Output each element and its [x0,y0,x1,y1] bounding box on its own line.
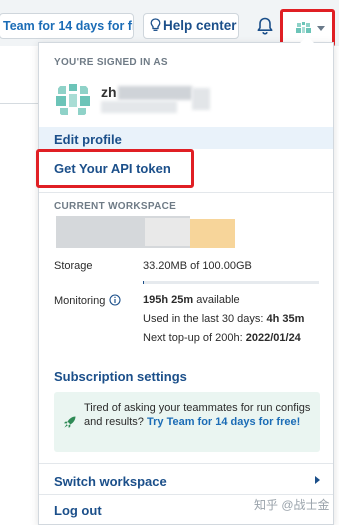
bell-icon[interactable] [255,16,275,36]
redacted-name [192,88,210,110]
current-workspace-label: CURRENT WORKSPACE [54,201,177,212]
monitoring-topup: Next top-up of 200h: 2022/01/24 [143,332,301,344]
log-out-link[interactable]: Log out [54,503,102,518]
top-bar: Team for 14 days for free! Help center [0,0,339,47]
highlight-box [36,149,194,188]
divider [0,103,40,104]
monitoring-label-row: Monitoring [54,294,121,307]
try-team-button[interactable]: Team for 14 days for free! [0,13,134,39]
team-promo: Tired of asking your teammates for run c… [54,392,320,452]
switch-workspace-link[interactable]: Switch workspace [54,474,167,489]
monitoring-topup-label: Next top-up of 200h: [143,332,243,344]
lightbulb-icon [150,18,161,31]
storage-progress-bar [143,281,319,284]
help-center-button[interactable]: Help center [143,13,239,39]
redacted-name [118,86,192,100]
storage-value: 33.20MB of 100.00GB [143,260,252,272]
workspace-badge [190,219,235,248]
redacted-email [101,101,177,113]
monitoring-label: Monitoring [54,295,106,307]
monitoring-topup-value: 2022/01/24 [245,332,301,344]
monitoring-available: 195h 25m available [143,294,240,306]
divider [39,494,333,495]
monitoring-used: Used in the last 30 days: 4h 35m [143,313,304,325]
redacted-workspace-name [145,218,190,246]
user-avatar [54,81,92,119]
monitoring-used-label: Used in the last 30 days: [143,313,264,325]
storage-label: Storage [54,260,93,272]
chevron-down-icon [317,26,325,31]
dropdown-pointer [300,36,314,43]
monitoring-available-value: 195h 25m [143,294,194,306]
divider [39,192,333,193]
storage-progress-fill [143,281,144,284]
chevron-right-icon [315,476,320,484]
signed-in-label: YOU'RE SIGNED IN AS [54,57,168,68]
divider [39,463,333,464]
info-icon[interactable] [109,294,121,306]
try-team-link[interactable]: Try Team for 14 days for free! [147,416,300,428]
monitoring-used-value: 4h 35m [266,313,305,325]
user-avatar-icon [295,21,312,36]
edit-profile-link[interactable]: Edit profile [54,132,122,147]
watermark: 知乎 @战士金 [254,498,330,512]
subscription-settings-link[interactable]: Subscription settings [54,369,187,384]
help-center-label: Help center [163,18,237,33]
user-name: zh [101,84,117,100]
monitoring-available-suffix: available [196,294,240,306]
page-background [0,46,40,525]
promo-text: Tired of asking your teammates for run c… [84,401,314,429]
rocket-icon [64,416,76,428]
